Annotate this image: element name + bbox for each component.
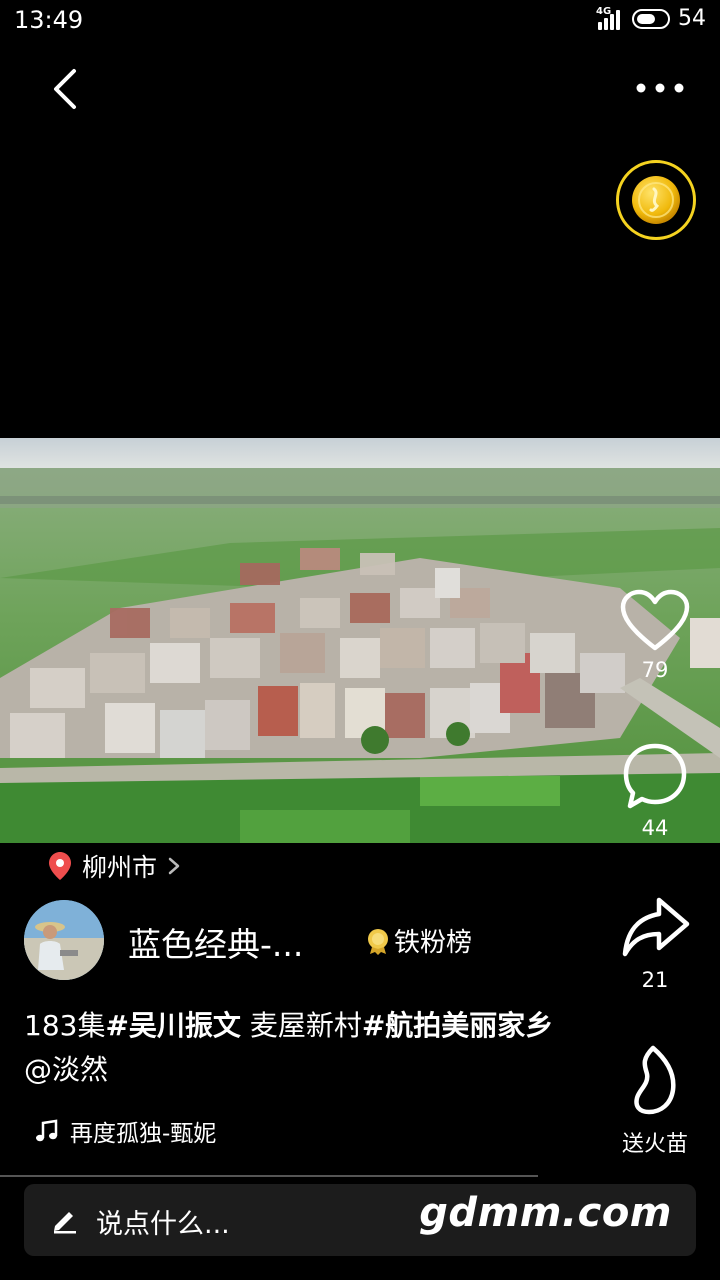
location-city: 柳州市 — [82, 853, 158, 882]
heart-icon — [620, 589, 690, 651]
watermark: gdmm.com — [419, 1190, 672, 1236]
medal-icon — [368, 928, 388, 955]
send-fire-button[interactable]: 送火苗 — [600, 1044, 710, 1158]
chevron-right-icon — [168, 857, 180, 875]
caption-text: 麦屋新村 — [240, 1009, 362, 1042]
back-chevron-icon — [54, 69, 76, 109]
like-count: 79 — [641, 658, 669, 682]
location-pin-icon — [49, 852, 71, 880]
share-button[interactable]: 21 — [600, 892, 710, 992]
status-icons: 4G 54 — [596, 5, 706, 32]
hashtag-link[interactable]: #吴川振文 — [105, 1009, 240, 1042]
location-tag[interactable]: 柳州市 — [48, 848, 181, 884]
mention-link[interactable]: @淡然 — [24, 1053, 108, 1086]
share-arrow-icon — [622, 897, 690, 957]
author-name[interactable]: 蓝色经典-... — [128, 918, 303, 966]
coin-reward-button[interactable] — [616, 160, 696, 240]
comment-bubble-icon — [623, 743, 687, 809]
comment-button[interactable]: 44 — [600, 740, 710, 840]
more-button[interactable] — [630, 70, 690, 106]
like-button[interactable]: 79 — [600, 588, 710, 682]
network-type: 4G — [596, 5, 612, 17]
gold-coin-icon — [632, 176, 680, 224]
progress-divider — [0, 1175, 538, 1177]
pen-icon — [54, 1212, 76, 1234]
flame-icon — [634, 1045, 676, 1115]
more-dots-icon — [636, 83, 684, 93]
fan-ranking-badge[interactable]: 铁粉榜 — [366, 922, 472, 959]
status-time: 13:49 — [14, 6, 84, 34]
comment-count: 44 — [641, 816, 669, 840]
avatar[interactable] — [24, 900, 104, 980]
share-count: 21 — [641, 968, 669, 992]
author-row[interactable]: 蓝色经典-... — [24, 900, 303, 980]
hashtag-link[interactable]: #航拍美丽家乡 — [362, 1009, 553, 1042]
status-bar: 13:49 4G 54 — [0, 0, 720, 40]
avatar-image — [24, 900, 104, 980]
video-caption: 183集#吴川振文 麦屋新村#航拍美丽家乡 @淡然 — [24, 1004, 564, 1092]
battery-level: 54 — [678, 6, 706, 31]
caption-episode: 183集 — [24, 1009, 106, 1042]
comment-input-bar[interactable]: 说点什么... gdmm.com — [24, 1184, 696, 1256]
music-tag[interactable]: 再度孤独-甄妮 — [34, 1114, 216, 1148]
fan-ranking-label: 铁粉榜 — [394, 928, 473, 958]
music-note-icon — [36, 1119, 58, 1142]
battery-icon — [632, 8, 670, 29]
comment-input[interactable]: 说点什么... — [96, 1202, 230, 1241]
music-title: 再度孤独-甄妮 — [70, 1121, 217, 1147]
back-button[interactable] — [40, 62, 90, 116]
send-fire-label: 送火苗 — [621, 1132, 688, 1157]
signal-icon: 4G — [596, 5, 624, 30]
